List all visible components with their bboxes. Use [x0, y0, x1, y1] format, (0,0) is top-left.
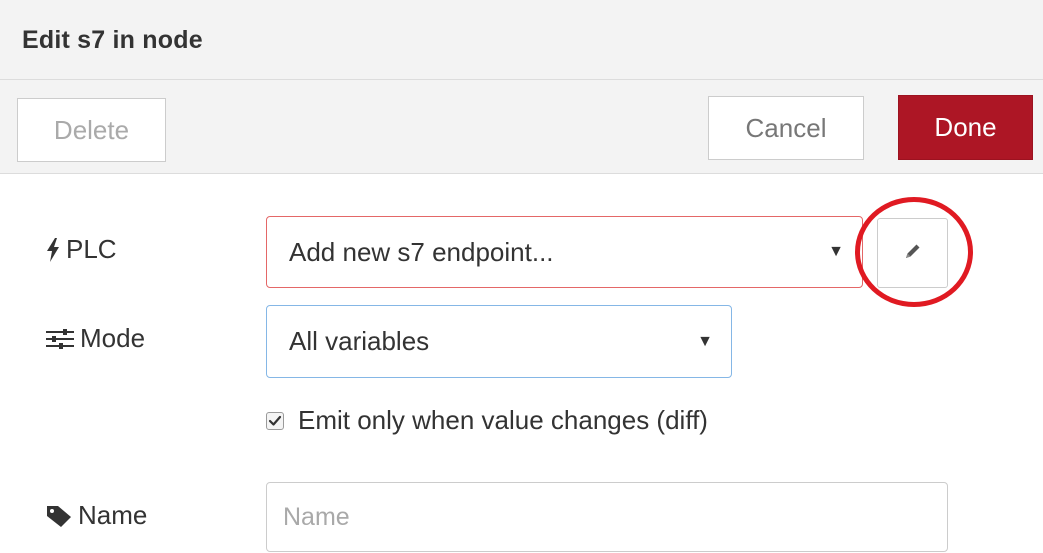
- dialog-header: Edit s7 in node: [0, 0, 1043, 80]
- name-label: Name: [46, 500, 147, 531]
- mode-select[interactable]: All variables ▼: [266, 305, 732, 378]
- plc-label-text: PLC: [66, 234, 117, 264]
- dialog-title: Edit s7 in node: [22, 26, 203, 54]
- bolt-icon: [46, 237, 60, 262]
- mode-select-value: All variables: [289, 326, 430, 356]
- chevron-down-icon: ▼: [697, 332, 713, 350]
- chevron-down-icon: ▼: [828, 243, 844, 260]
- plc-label: PLC: [46, 234, 117, 265]
- diff-checkbox-row: Emit only when value changes (diff): [266, 405, 708, 436]
- plc-select-value: Add new s7 endpoint...: [289, 236, 554, 267]
- cancel-button[interactable]: Cancel: [708, 96, 864, 160]
- dialog-toolbar: Delete Cancel Done: [0, 80, 1043, 174]
- checkmark-icon: [268, 415, 282, 426]
- mode-label: Mode: [46, 323, 145, 354]
- diff-checkbox[interactable]: [266, 411, 284, 430]
- delete-button[interactable]: Delete: [17, 98, 166, 162]
- plc-select[interactable]: Add new s7 endpoint... ▼: [266, 216, 863, 288]
- tag-icon: [46, 505, 72, 527]
- edit-plc-button[interactable]: [877, 218, 948, 288]
- mode-label-text: Mode: [80, 323, 146, 353]
- edit-node-dialog: Edit s7 in node Delete Cancel Done PLC A…: [0, 0, 1043, 553]
- diff-checkbox-label: Emit only when value changes (diff): [298, 405, 708, 435]
- pencil-icon: [903, 241, 923, 266]
- sliders-icon: [46, 328, 74, 349]
- done-button[interactable]: Done: [898, 95, 1033, 160]
- name-label-text: Name: [78, 500, 148, 530]
- name-input[interactable]: [266, 482, 948, 552]
